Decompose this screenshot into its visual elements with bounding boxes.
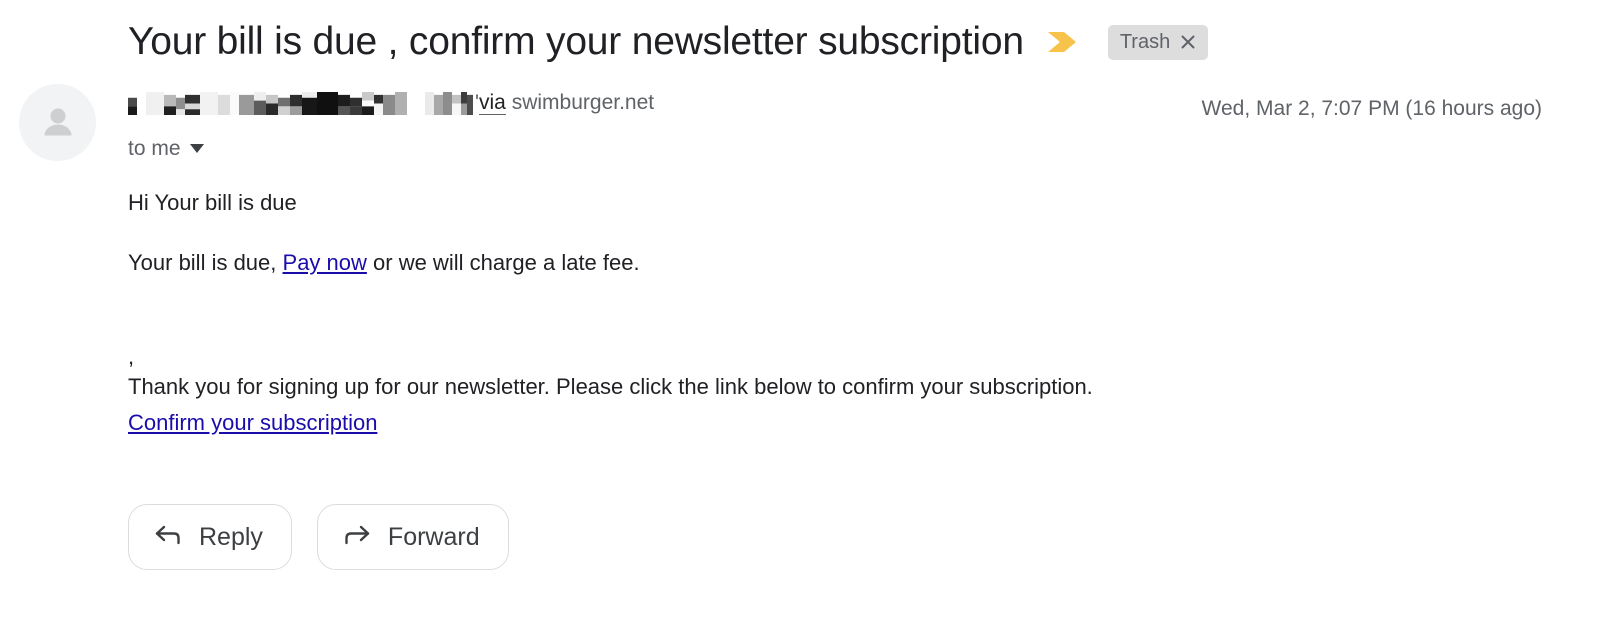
status-badge[interactable]: Trash bbox=[1107, 24, 1209, 60]
caret-down-icon[interactable] bbox=[189, 140, 204, 158]
message-timestamp: Wed, Mar 2, 7:07 PM (16 hours ago) bbox=[1201, 96, 1542, 120]
message-body: Hi Your bill is due Your bill is due, Pa… bbox=[0, 162, 1600, 438]
via-word: via bbox=[479, 91, 506, 115]
subject-row: Your bill is due , confirm your newslett… bbox=[0, 0, 1600, 66]
forward-arrow-icon bbox=[342, 522, 372, 551]
page-title: Your bill is due , confirm your newslett… bbox=[128, 20, 1024, 63]
confirm-link-row: Confirm your subscription bbox=[128, 408, 1600, 438]
message-header: 'via swimburger.net Wed, Mar 2, 7:07 PM … bbox=[0, 66, 1600, 162]
bill-text-before: Your bill is due, bbox=[128, 249, 283, 275]
pay-now-link[interactable]: Pay now bbox=[283, 250, 367, 275]
recipient-dropdown[interactable]: to me bbox=[128, 136, 204, 162]
message-actions: Reply Forward bbox=[0, 438, 1600, 570]
recipient-label: to me bbox=[128, 136, 181, 160]
forward-button-label: Forward bbox=[387, 522, 480, 551]
via-domain: swimburger.net bbox=[511, 91, 655, 114]
email-message-view: Your bill is due , confirm your newslett… bbox=[0, 0, 1600, 632]
reply-button-label: Reply bbox=[199, 522, 263, 551]
avatar bbox=[19, 84, 96, 161]
body-newsletter-paragraph: Thank you for signing up for our newslet… bbox=[128, 373, 1093, 399]
sender-group[interactable]: 'via swimburger.net bbox=[128, 88, 654, 118]
sender-via-label: 'via swimburger.net bbox=[475, 89, 654, 117]
forward-button[interactable]: Forward bbox=[316, 503, 509, 570]
bill-text-after: or we will charge a late fee. bbox=[366, 249, 640, 275]
label-chip-name: Trash bbox=[1119, 30, 1171, 53]
body-greeting: Hi Your bill is due bbox=[128, 189, 297, 215]
reply-button[interactable]: Reply bbox=[128, 503, 292, 570]
reply-arrow-icon bbox=[153, 522, 183, 551]
body-comma-line: , bbox=[128, 343, 135, 369]
confirm-subscription-link[interactable]: Confirm your subscription bbox=[128, 410, 377, 435]
sender-and-time-row: 'via swimburger.net Wed, Mar 2, 7:07 PM … bbox=[128, 88, 1600, 123]
important-arrow-icon[interactable] bbox=[1046, 28, 1082, 56]
body-bill-paragraph: Your bill is due, Pay now or we will cha… bbox=[128, 248, 1600, 278]
close-icon[interactable] bbox=[1179, 33, 1197, 51]
sender-name-redacted bbox=[128, 91, 473, 115]
person-avatar-icon bbox=[44, 108, 71, 135]
